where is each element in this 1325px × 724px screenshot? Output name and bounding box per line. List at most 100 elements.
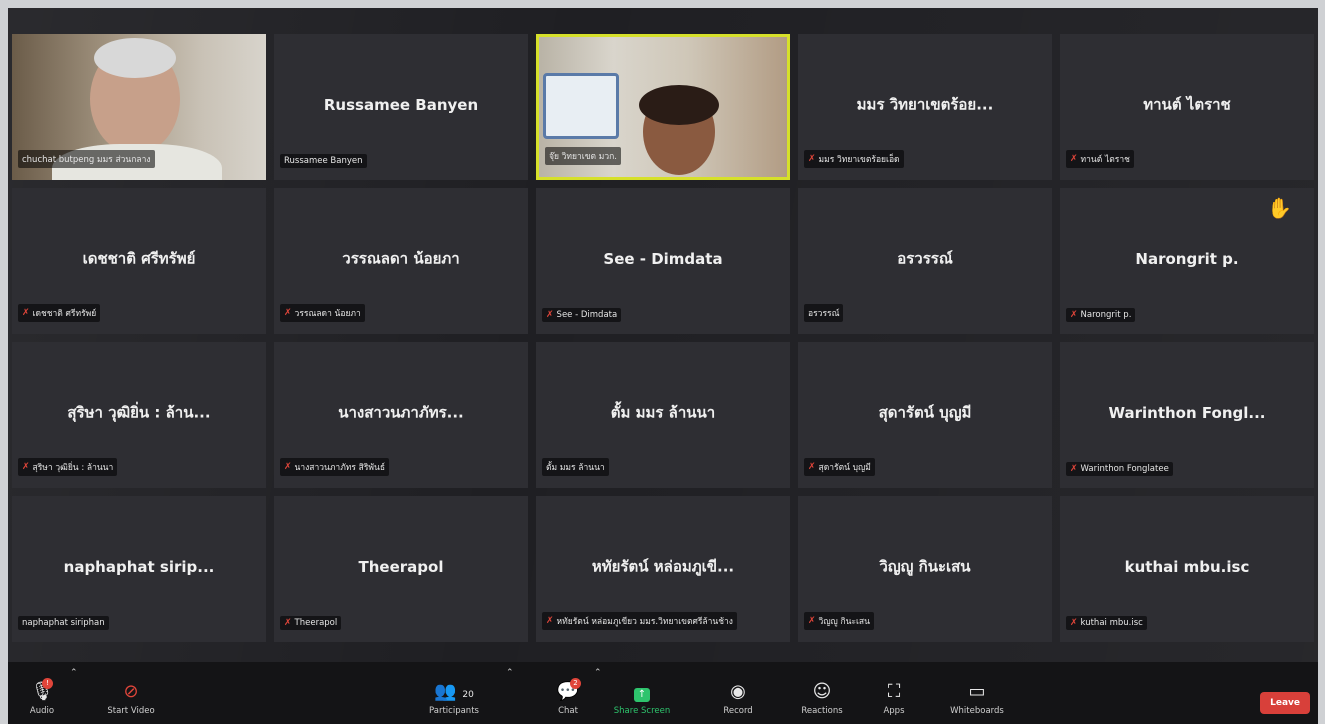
participant-display-name: Russamee Banyen bbox=[323, 96, 479, 115]
mic-muted-icon: ✗ bbox=[808, 462, 816, 472]
participant-tile[interactable]: เดชชาติ ศรีทรัพย์ ✗ เดชชาติ ศรีทรัพย์ bbox=[12, 188, 266, 334]
participant-tile[interactable]: สุดารัตน์ บุญมี ✗ สุดารัตน์ บุญมี bbox=[798, 342, 1052, 488]
whiteboards-button[interactable]: ▭ Whiteboards bbox=[942, 680, 1012, 716]
participant-tile[interactable]: หทัยรัตน์ หล่อมภูเขี... ✗ หทัยรัตน์ หล่อม… bbox=[536, 496, 790, 642]
participant-label: ✗ kuthai mbu.isc bbox=[1066, 616, 1147, 630]
participant-tile[interactable]: Russamee Banyen Russamee Banyen bbox=[274, 34, 528, 180]
participant-display-name: เดชชาติ ศรีทรัพย์ bbox=[82, 249, 196, 268]
audio-button[interactable]: 🎙! Audio bbox=[22, 678, 62, 716]
raised-hand-icon: ✋ bbox=[1267, 196, 1292, 220]
participant-label: ✗ ทานต์ ไตราช bbox=[1066, 150, 1134, 168]
participant-tile[interactable]: ✋ Narongrit p. ✗ Narongrit p. bbox=[1060, 188, 1314, 334]
participant-tile[interactable]: อรวรรณ์ อรวรรณ์ bbox=[798, 188, 1052, 334]
participant-label: naphaphat siriphan bbox=[18, 616, 109, 630]
participant-display-name: ตั้ม มมร ล้านนา bbox=[610, 403, 716, 422]
chat-unread-badge: 2 bbox=[570, 678, 581, 689]
mic-muted-icon: ✗ bbox=[546, 310, 554, 320]
participant-tile[interactable]: chuchat butpeng มมร ส่วนกลาง bbox=[12, 34, 266, 180]
participant-display-name: วิญญู กินะเสน bbox=[879, 557, 971, 576]
participant-hair bbox=[94, 38, 176, 78]
participant-label: ✗ Narongrit p. bbox=[1066, 308, 1136, 322]
apps-icon: ⛶ bbox=[887, 681, 901, 702]
participant-label: ✗ Warinthon Fonglatee bbox=[1066, 462, 1173, 476]
mic-muted-icon: ✗ bbox=[808, 616, 816, 626]
participant-label: ✗ มมร วิทยาเขตร้อยเอ็ด bbox=[804, 150, 904, 168]
share-screen-icon: ↑ bbox=[612, 680, 672, 704]
start-video-button[interactable]: ⊘ Start Video bbox=[96, 680, 166, 716]
participant-display-name: ทานต์ ไตราช bbox=[1143, 95, 1231, 114]
participant-tile[interactable]: Theerapol ✗ Theerapol bbox=[274, 496, 528, 642]
active-speaker-tile[interactable]: จุ๊ย วิทยาเขต มวก. bbox=[536, 34, 790, 180]
meeting-toolbar: 🎙! Audio ⌃ ⊘ Start Video 👥 20 Participan… bbox=[8, 662, 1318, 724]
participant-display-name: Narongrit p. bbox=[1135, 250, 1239, 269]
participant-display-name: Theerapol bbox=[358, 558, 444, 577]
participant-tile[interactable]: สุริษา วุฒิยิ่น : ล้าน... ✗ สุริษา วุฒิยิ… bbox=[12, 342, 266, 488]
mic-muted-icon: ✗ bbox=[1070, 464, 1078, 474]
microphone-icon: 🎙! bbox=[30, 678, 54, 702]
participants-options-caret[interactable]: ⌃ bbox=[506, 668, 514, 678]
smiley-icon: ☺ bbox=[812, 681, 832, 702]
reactions-button[interactable]: ☺ Reactions bbox=[794, 680, 850, 716]
participant-label: ✗ สุริษา วุฒิยิ่น : ล้านนา bbox=[18, 458, 118, 476]
leave-button[interactable]: Leave bbox=[1260, 692, 1310, 714]
participant-display-name: Warinthon Fongl... bbox=[1108, 404, 1266, 423]
participant-display-name: See - Dimdata bbox=[603, 250, 723, 269]
mic-muted-icon: ✗ bbox=[1070, 310, 1078, 320]
record-button[interactable]: ◉ Record bbox=[716, 680, 760, 716]
chat-icon: 💬 2 bbox=[556, 678, 581, 702]
chat-options-caret[interactable]: ⌃ bbox=[594, 668, 602, 678]
participant-tile[interactable]: ทานต์ ไตราช ✗ ทานต์ ไตราช bbox=[1060, 34, 1314, 180]
record-icon: ◉ bbox=[730, 681, 746, 702]
participant-tile[interactable]: naphaphat sirip... naphaphat siriphan bbox=[12, 496, 266, 642]
participant-tile[interactable]: วรรณลดา น้อยภา ✗ วรรณลดา น้อยภา bbox=[274, 188, 528, 334]
participant-display-name: kuthai mbu.isc bbox=[1124, 558, 1250, 577]
participant-label: ✗ สุดารัตน์ บุญมี bbox=[804, 458, 875, 476]
participant-tile[interactable]: Warinthon Fongl... ✗ Warinthon Fonglatee bbox=[1060, 342, 1314, 488]
participant-label: ✗ See - Dimdata bbox=[542, 308, 622, 322]
alert-badge: ! bbox=[42, 678, 53, 689]
participant-display-name: naphaphat sirip... bbox=[63, 558, 215, 577]
participant-label: ✗ Theerapol bbox=[280, 616, 342, 630]
mic-muted-icon: ✗ bbox=[284, 618, 292, 628]
chat-button[interactable]: 💬 2 Chat bbox=[548, 678, 588, 716]
mic-muted-icon: ✗ bbox=[546, 616, 554, 626]
participant-label: จุ๊ย วิทยาเขต มวก. bbox=[545, 147, 621, 165]
participant-tile[interactable]: นางสาวนภาภัทร... ✗ นางสาวนภาภัทร สิริพันธ… bbox=[274, 342, 528, 488]
audio-options-caret[interactable]: ⌃ bbox=[70, 668, 78, 678]
participant-display-name: มมร วิทยาเขตร้อย... bbox=[856, 95, 994, 114]
participant-label: ✗ เดชชาติ ศรีทรัพย์ bbox=[18, 304, 101, 322]
participant-tile[interactable]: See - Dimdata ✗ See - Dimdata bbox=[536, 188, 790, 334]
participant-display-name: อรวรรณ์ bbox=[897, 249, 953, 268]
mic-muted-icon: ✗ bbox=[284, 308, 292, 318]
mic-muted-icon: ✗ bbox=[1070, 618, 1078, 628]
mic-muted-icon: ✗ bbox=[1070, 154, 1078, 164]
share-screen-button[interactable]: ↑ Share Screen bbox=[612, 680, 672, 716]
participant-display-name: หทัยรัตน์ หล่อมภูเขี... bbox=[591, 557, 735, 576]
participant-tile[interactable]: วิญญู กินะเสน ✗ วิญญู กินะเสน bbox=[798, 496, 1052, 642]
participant-display-name: วรรณลดา น้อยภา bbox=[342, 249, 460, 268]
participant-display-name: สุดารัตน์ บุญมี bbox=[878, 403, 972, 422]
participants-button[interactable]: 👥 20 Participants bbox=[424, 680, 484, 716]
participant-tile[interactable]: ตั้ม มมร ล้านนา ตั้ม มมร ล้านนา bbox=[536, 342, 790, 488]
participant-hair bbox=[639, 85, 719, 125]
participants-icon: 👥 20 bbox=[434, 681, 474, 702]
mic-muted-icon: ✗ bbox=[808, 154, 816, 164]
participant-label: ✗ วรรณลดา น้อยภา bbox=[280, 304, 365, 322]
participant-label: ✗ วิญญู กินะเสน bbox=[804, 612, 874, 630]
apps-button[interactable]: ⛶ Apps bbox=[872, 680, 916, 716]
participant-label: chuchat butpeng มมร ส่วนกลาง bbox=[18, 150, 155, 168]
participant-display-name: นางสาวนภาภัทร... bbox=[338, 403, 464, 422]
participant-label: ตั้ม มมร ล้านนา bbox=[542, 458, 609, 476]
participant-tile[interactable]: มมร วิทยาเขตร้อย... ✗ มมร วิทยาเขตร้อยเอ็… bbox=[798, 34, 1052, 180]
mic-muted-icon: ✗ bbox=[284, 462, 292, 472]
video-off-icon: ⊘ bbox=[123, 681, 139, 702]
background-poster bbox=[543, 73, 619, 139]
whiteboard-icon: ▭ bbox=[968, 681, 986, 702]
participant-display-name: สุริษา วุฒิยิ่น : ล้าน... bbox=[67, 403, 211, 422]
mic-muted-icon: ✗ bbox=[22, 308, 30, 318]
participant-label: Russamee Banyen bbox=[280, 154, 367, 168]
participant-label: อรวรรณ์ bbox=[804, 304, 844, 322]
participant-label: ✗ นางสาวนภาภัทร สิริพันธ์ bbox=[280, 458, 390, 476]
participant-label: ✗ หทัยรัตน์ หล่อมภูเขียว มมร.วิทยาเขตศรีล… bbox=[542, 612, 737, 630]
participant-tile[interactable]: kuthai mbu.isc ✗ kuthai mbu.isc bbox=[1060, 496, 1314, 642]
